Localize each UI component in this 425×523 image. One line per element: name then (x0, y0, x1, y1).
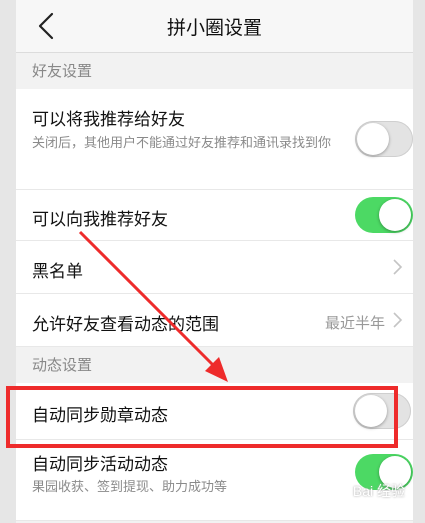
row-description: 关闭后，其他用户不能通过好友推荐和通讯录找到你 (32, 135, 332, 150)
left-frame-border (0, 0, 16, 523)
setting-row-sync-badges: 自动同步勋章动态 (16, 383, 413, 440)
page-title: 拼小圈设置 (166, 18, 262, 39)
view-range-value: 最近半年 (324, 315, 385, 332)
settings-screen: 拼小圈设置 好友设置 可以将我推荐给好友 关闭后，其他用户不能通过好友推荐和通讯… (16, 0, 413, 523)
setting-row-blacklist[interactable]: 黑名单 (16, 241, 413, 294)
recommend-me-toggle[interactable] (355, 121, 413, 157)
section-header-feed: 动态设置 (16, 347, 413, 383)
sync-badges-toggle[interactable] (353, 393, 411, 429)
row-description: 果园收获、签到提现、助力成功等 (32, 479, 228, 494)
row-label: 自动同步活动动态 (32, 455, 168, 474)
section-header-friends: 好友设置 (16, 53, 413, 89)
toggle-knob (379, 199, 411, 231)
row-label: 自动同步勋章动态 (32, 406, 168, 425)
setting-row-recommend-me: 可以将我推荐给好友 关闭后，其他用户不能通过好友推荐和通讯录找到你 (16, 89, 413, 190)
watermark: Bai 经验 (352, 483, 405, 499)
nav-bar: 拼小圈设置 (16, 0, 413, 53)
row-label: 允许好友查看动态的范围 (32, 315, 219, 334)
chevron-right-icon (393, 259, 403, 275)
setting-row-view-range[interactable]: 允许好友查看动态的范围 最近半年 (16, 294, 413, 347)
row-label: 可以将我推荐给好友 (32, 110, 185, 129)
row-label: 可以向我推荐好友 (32, 210, 168, 229)
chevron-right-icon (393, 312, 403, 328)
right-frame-border (413, 0, 425, 523)
row-label: 黑名单 (32, 262, 83, 281)
toggle-knob (355, 395, 387, 427)
setting-row-recommend-friends: 可以向我推荐好友 (16, 190, 413, 241)
recommend-friends-toggle[interactable] (355, 197, 413, 233)
toggle-knob (357, 123, 389, 155)
